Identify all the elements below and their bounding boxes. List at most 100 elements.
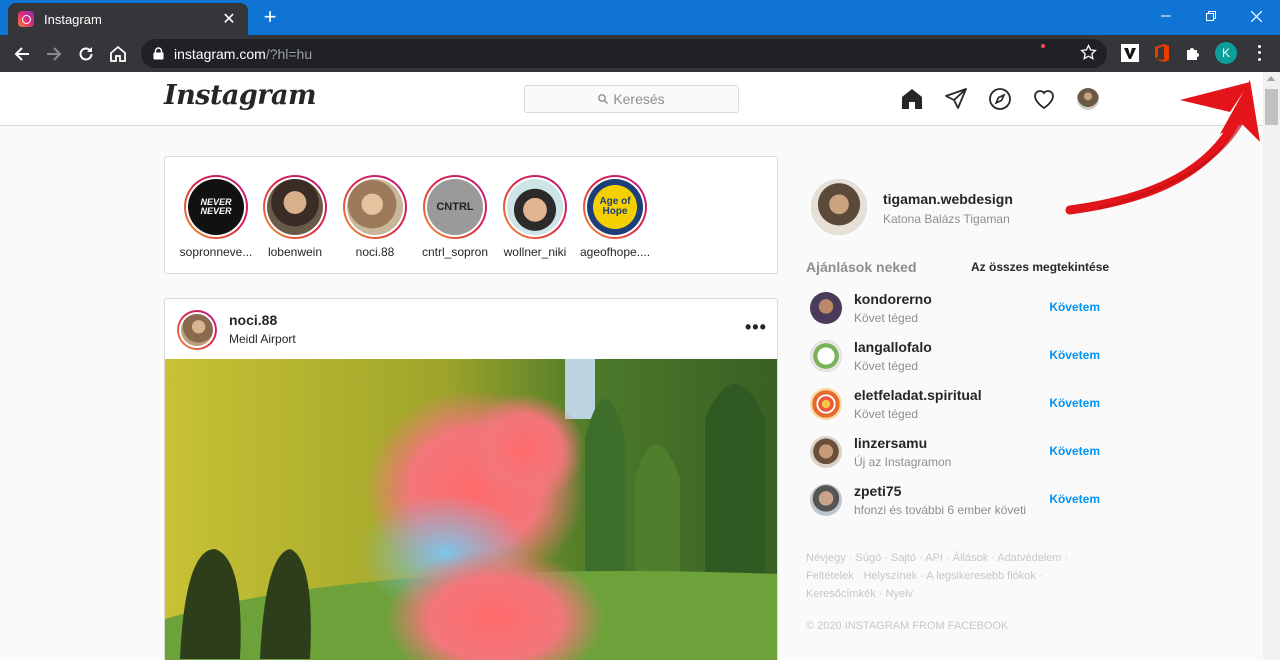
- scroll-thumb[interactable]: [1265, 89, 1278, 125]
- url-text[interactable]: instagram.com/?hl=hu: [174, 46, 312, 62]
- suggestion-row: kondorerno Követ téged Követem: [810, 291, 1100, 332]
- footer-links-line[interactable]: Névjegy · Súgó · Sajtó · API · Állások ·…: [806, 549, 1106, 567]
- suggestion-username[interactable]: kondorerno: [854, 291, 932, 307]
- suggestion-subtitle: Követ téged: [854, 311, 919, 325]
- suggestion-username[interactable]: eletfeladat.spiritual: [854, 387, 982, 403]
- page-scrollbar[interactable]: [1263, 72, 1280, 660]
- follow-button[interactable]: Követem: [1049, 492, 1100, 506]
- story-item[interactable]: Age of Hope ageofhope....: [575, 175, 655, 259]
- minimize-icon: [1161, 15, 1171, 17]
- suggestions-title: Ajánlások neked: [806, 259, 917, 275]
- suggestion-avatar[interactable]: [810, 340, 842, 372]
- story-avatar: [507, 179, 563, 235]
- restore-icon: [1206, 11, 1216, 21]
- suggestion-subtitle: Új az Instagramon: [854, 455, 952, 469]
- extension-v-icon[interactable]: [1120, 43, 1140, 63]
- address-bar[interactable]: instagram.com/?hl=hu: [141, 39, 1107, 68]
- close-window-button[interactable]: [1233, 0, 1279, 32]
- forward-button[interactable]: [41, 41, 67, 67]
- story-username: ageofhope....: [579, 245, 651, 259]
- suggestion-avatar[interactable]: [810, 388, 842, 420]
- close-icon: [1250, 10, 1262, 22]
- story-item[interactable]: lobenwein: [255, 175, 335, 259]
- story-item[interactable]: NEVER NEVER sopronneve...: [176, 175, 256, 259]
- heart-icon[interactable]: [1032, 87, 1056, 111]
- instagram-header: Instagram Keresés: [0, 72, 1263, 126]
- lock-icon[interactable]: [153, 47, 164, 60]
- current-user-avatar[interactable]: [811, 179, 867, 235]
- extension-office-icon[interactable]: [1152, 43, 1172, 63]
- story-item[interactable]: CNTRL cntrl_sopron: [415, 175, 495, 259]
- extensions-puzzle-icon[interactable]: [1183, 43, 1203, 63]
- current-user-fullname: Katona Balázs Tigaman: [883, 212, 1010, 226]
- post-location[interactable]: Meidl Airport: [229, 332, 296, 346]
- browser-profile-avatar[interactable]: K: [1215, 42, 1237, 64]
- footer-links-line[interactable]: Keresőcímkék · Nyelv: [806, 585, 1106, 603]
- follow-button[interactable]: Követem: [1049, 300, 1100, 314]
- story-item[interactable]: noci.88: [335, 175, 415, 259]
- direct-icon[interactable]: [944, 87, 968, 111]
- arrow-right-icon: [47, 47, 62, 61]
- suggestion-subtitle: Követ téged: [854, 407, 919, 421]
- reload-icon: [79, 47, 93, 61]
- suggestion-avatar[interactable]: [810, 292, 842, 324]
- tab-title: Instagram: [44, 11, 102, 27]
- explore-icon[interactable]: [988, 87, 1012, 111]
- follow-button[interactable]: Követem: [1049, 396, 1100, 410]
- story-username: noci.88: [355, 245, 395, 259]
- browser-toolbar: instagram.com/?hl=hu K: [0, 35, 1280, 72]
- instagram-logo[interactable]: Instagram: [164, 80, 317, 111]
- current-username[interactable]: tigaman.webdesign: [883, 191, 1013, 207]
- suggestion-username[interactable]: linzersamu: [854, 435, 927, 451]
- story-item[interactable]: wollner_niki: [495, 175, 575, 259]
- suggestion-row: eletfeladat.spiritual Követ téged Követe…: [810, 387, 1100, 428]
- suggestion-subtitle: Követ téged: [854, 359, 919, 373]
- story-username: wollner_niki: [503, 245, 567, 259]
- profile-avatar[interactable]: [1077, 88, 1099, 110]
- home-icon[interactable]: [900, 87, 924, 111]
- suggestion-avatar[interactable]: [810, 484, 842, 516]
- url-path: /?hl=hu: [265, 46, 313, 62]
- url-host: instagram.com: [174, 46, 266, 62]
- post-avatar[interactable]: [177, 310, 217, 350]
- notification-dot: [1041, 44, 1045, 48]
- story-avatar: NEVER NEVER: [188, 179, 244, 235]
- story-avatar: [347, 179, 403, 235]
- minimize-button[interactable]: [1143, 0, 1189, 32]
- instagram-favicon-icon: [18, 11, 34, 27]
- footer-links-line[interactable]: Feltételek · Helyszínek · A legsikereseb…: [806, 567, 1106, 585]
- restore-button[interactable]: [1188, 0, 1234, 32]
- follow-button[interactable]: Követem: [1049, 444, 1100, 458]
- bookmark-star-icon[interactable]: [1080, 44, 1097, 61]
- see-all-link[interactable]: Az összes megtekintése: [971, 260, 1109, 274]
- feed-post: noci.88 Meidl Airport •••: [164, 298, 778, 660]
- suggestion-avatar[interactable]: [810, 436, 842, 468]
- footer-links: Névjegy · Súgó · Sajtó · API · Állások ·…: [806, 549, 1106, 603]
- search-icon: [598, 94, 609, 104]
- back-button[interactable]: [9, 41, 35, 67]
- new-tab-button[interactable]: +: [258, 6, 282, 30]
- follow-button[interactable]: Követem: [1049, 348, 1100, 362]
- copyright-text: © 2020 INSTAGRAM FROM FACEBOOK: [806, 620, 1009, 632]
- suggestion-row: zpeti75 hfonzi és további 6 ember követi…: [810, 483, 1100, 524]
- suggestion-username[interactable]: langallofalo: [854, 339, 932, 355]
- home-outline-icon: [110, 45, 126, 62]
- suggestion-row: linzersamu Új az Instagramon Követem: [810, 435, 1100, 476]
- search-input[interactable]: Keresés: [524, 85, 739, 113]
- suggestion-row: langallofalo Követ téged Követem: [810, 339, 1100, 380]
- story-username: sopronneve...: [179, 245, 253, 259]
- post-photo[interactable]: [165, 359, 778, 660]
- story-avatar: [267, 179, 323, 235]
- browser-tab[interactable]: Instagram ✕: [8, 3, 248, 35]
- suggestion-username[interactable]: zpeti75: [854, 483, 901, 499]
- scroll-up-icon[interactable]: [1267, 76, 1275, 81]
- arrow-left-icon: [14, 47, 29, 61]
- suggestion-subtitle: hfonzi és további 6 ember követi: [854, 503, 1027, 517]
- reload-button[interactable]: [73, 41, 99, 67]
- more-options-icon[interactable]: •••: [745, 317, 767, 338]
- browser-menu-icon[interactable]: [1251, 43, 1267, 63]
- home-button[interactable]: [105, 41, 131, 67]
- post-username[interactable]: noci.88: [229, 312, 277, 328]
- tab-close-icon[interactable]: ✕: [220, 9, 238, 29]
- browser-titlebar: Instagram ✕ +: [0, 0, 1280, 35]
